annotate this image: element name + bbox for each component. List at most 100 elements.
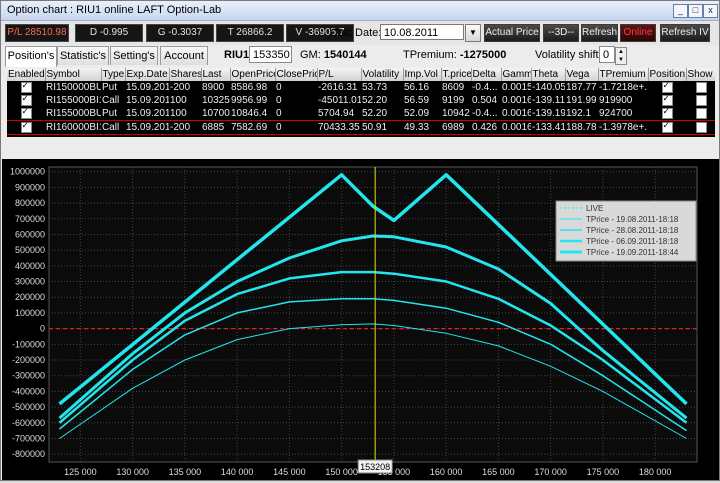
column-header[interactable]: ClosePrice	[275, 68, 318, 81]
actual-price-button[interactable]: Actual Price	[484, 24, 540, 42]
checkbox-icon[interactable]	[661, 94, 673, 106]
column-header[interactable]: Shares	[169, 68, 202, 81]
table-cell-enabled[interactable]	[7, 120, 45, 135]
table-cell-pl: -2616.31	[318, 82, 358, 93]
price-input[interactable]: 153350	[249, 46, 292, 63]
table-cell-show[interactable]	[686, 120, 715, 135]
table-cell-enabled[interactable]	[7, 107, 45, 121]
legend-label: TPrice - 28.08.2011-18:18	[586, 226, 679, 235]
column-header[interactable]: Gamma	[501, 68, 532, 81]
table-cell-show[interactable]	[686, 107, 715, 121]
checkbox-icon[interactable]	[661, 107, 673, 119]
spinner-icon[interactable]: ▲ ▼	[615, 47, 627, 65]
close-button[interactable]: x	[703, 4, 718, 18]
checkbox-icon[interactable]	[20, 81, 32, 93]
column-header[interactable]: Type	[101, 68, 126, 81]
table-cell-pl: -45011.01	[318, 95, 361, 106]
table-cell-tprem: -1.3978e+...	[598, 120, 648, 135]
checkbox-icon[interactable]	[695, 94, 707, 106]
table-cell-enabled[interactable]	[7, 94, 45, 107]
toolbar: P/L 28510.98 D -0.995 G -0.3037 T 26866.…	[1, 21, 719, 45]
column-header[interactable]: Enabled	[7, 68, 46, 81]
calc-date-input[interactable]: 10.08.2011	[380, 24, 464, 40]
tab-statistics[interactable]: Statistic's	[57, 46, 109, 65]
refresh-iv-button[interactable]: Refresh IV	[660, 24, 710, 42]
checkbox-icon[interactable]	[695, 81, 707, 93]
table-cell-position[interactable]	[648, 107, 686, 121]
volatility-shift-input[interactable]: 0	[599, 46, 615, 63]
column-header[interactable]: Delta	[471, 68, 502, 81]
table-cell-vega: 187.77	[566, 82, 597, 93]
title-bar[interactable]: Option chart : RIU1 online LAFT Option-L…	[1, 1, 719, 21]
table-cell-show[interactable]	[686, 94, 715, 107]
y-tick-label: -200000	[12, 355, 45, 365]
table-row[interactable]: RI155000BU1Put 15.09.2011100 1070010846.4 0…	[7, 107, 715, 121]
table-row[interactable]: RI155000BI1Call 15.09.2011100 103259956.99…	[7, 94, 715, 107]
column-header[interactable]: Exp.Date	[125, 68, 170, 81]
tpremium-label: TPremium: -1275000	[403, 49, 506, 61]
column-header[interactable]: T.price	[441, 68, 472, 81]
column-header[interactable]: Volatility	[361, 68, 404, 81]
table-cell-show[interactable]	[686, 81, 715, 94]
column-header[interactable]: Last	[201, 68, 231, 81]
column-header[interactable]: OpenPrice	[230, 68, 276, 81]
table-cell-open: 10846.4	[231, 108, 268, 119]
table-cell-last: 10700	[202, 108, 230, 119]
column-header[interactable]: Position	[648, 68, 687, 81]
y-tick-label: 600000	[15, 229, 45, 239]
online-button[interactable]: Online	[620, 24, 656, 42]
current-price-label: 153208	[360, 462, 390, 472]
column-header[interactable]: Theta	[531, 68, 566, 81]
tab-account[interactable]: Account	[160, 46, 208, 65]
checkbox-icon[interactable]	[20, 107, 32, 119]
minimize-button[interactable]: _	[673, 4, 688, 18]
column-header[interactable]: Symbol	[45, 68, 102, 81]
symbol-label: RIU1	[224, 49, 250, 61]
checkbox-icon[interactable]	[20, 94, 32, 106]
table-cell-iv: 49.33	[403, 120, 441, 135]
column-header[interactable]: P/L	[317, 68, 362, 81]
table-cell-delta: -0.4...	[472, 108, 498, 119]
table-cell-enabled[interactable]	[7, 81, 45, 94]
table-cell-close: 0	[276, 108, 282, 119]
x-tick-label: 135 000	[169, 467, 202, 477]
y-tick-label: 500000	[15, 245, 45, 255]
refresh-button[interactable]: Refresh	[581, 24, 618, 42]
table-cell-exp: 15.09.2011	[125, 120, 169, 135]
tabs-row: Position's Statistic's Setting's Account…	[1, 46, 719, 68]
table-cell-gamma: 0.0016	[501, 120, 531, 135]
table-cell-position[interactable]	[648, 81, 686, 94]
table-cell-position[interactable]	[648, 94, 686, 107]
chevron-down-icon[interactable]: ▼	[465, 24, 481, 42]
3d-button[interactable]: --3D--	[543, 24, 579, 42]
y-tick-label: 100000	[15, 308, 45, 318]
column-header[interactable]: Show	[686, 68, 715, 81]
column-header[interactable]: Vega	[565, 68, 599, 81]
checkbox-icon[interactable]	[661, 122, 673, 133]
table-cell-last: 10325	[202, 95, 230, 106]
table-cell-exp: 15.09.2011	[126, 108, 169, 119]
checkbox-icon[interactable]	[661, 81, 673, 93]
checkbox-icon[interactable]	[695, 107, 707, 119]
checkbox-icon[interactable]	[20, 122, 32, 133]
column-header[interactable]: Imp.Vol	[403, 68, 442, 81]
table-cell-tprice: 8609	[442, 82, 465, 93]
x-tick-label: 165 000	[482, 467, 515, 477]
tab-settings[interactable]: Setting's	[110, 46, 158, 65]
table-cell-tprem: -1.7218e+...	[599, 82, 648, 93]
checkbox-icon[interactable]	[695, 121, 707, 133]
table-cell-iv: 56.59	[404, 95, 430, 106]
x-tick-label: 140 000	[221, 467, 254, 477]
tab-positions[interactable]: Position's	[5, 46, 57, 67]
table-cell-iv: 52.09	[404, 108, 430, 119]
table-cell-gamma: 0.0015	[502, 82, 531, 93]
table-cell-open: 9956.99	[231, 95, 268, 106]
table-row[interactable]: RI150000BU1Put 15.09.2011-200 8900 8586.98 0…	[7, 81, 715, 94]
y-tick-label: -800000	[12, 449, 45, 459]
maximize-button[interactable]: □	[688, 4, 703, 18]
theta-indicator: T 26866.2	[216, 24, 284, 42]
table-cell-position[interactable]	[648, 120, 686, 135]
table-row[interactable]: RI160000BI1Call15.09.2011-20068857582.69…	[7, 120, 715, 135]
pl-chart[interactable]: 1000000 900000 800000 700000 600000 500000 400…	[2, 159, 719, 480]
column-header[interactable]: TPremium	[598, 68, 649, 81]
